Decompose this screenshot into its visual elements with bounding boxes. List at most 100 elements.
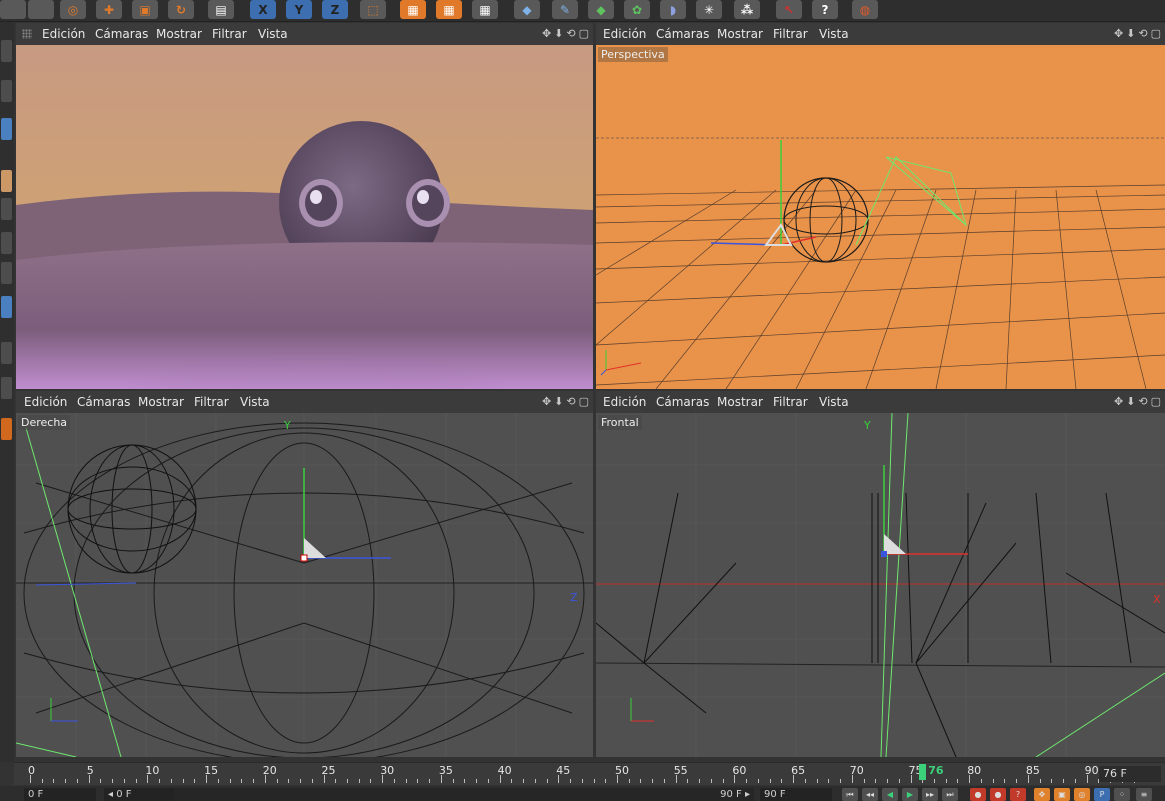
- keyframe-selection-icon[interactable]: ?: [1010, 788, 1026, 801]
- render-canvas[interactable]: [16, 45, 593, 389]
- go-to-end-icon[interactable]: ⏭: [942, 788, 958, 801]
- viewport-perspective[interactable]: Edición Cámaras Mostrar Filtrar Vista ✥ …: [596, 23, 1165, 389]
- world-coordinate-icon[interactable]: ⬚: [360, 0, 386, 19]
- front-canvas[interactable]: Frontal Y X: [596, 413, 1165, 757]
- array-icon[interactable]: ✿: [624, 0, 650, 19]
- zoom-icon[interactable]: ⬇: [554, 395, 563, 408]
- undo-icon[interactable]: [0, 0, 26, 19]
- timeline-ruler[interactable]: 0 5 10 15 20 25 30 35 40 45 50 55 60 65 70 75 80 85 90 76 …: [14, 762, 1165, 785]
- menu-filtrar[interactable]: Filtrar: [773, 27, 808, 41]
- y-axis-icon[interactable]: Y: [286, 0, 312, 19]
- viewport-right[interactable]: Edición Cámaras Mostrar Filtrar Vista ✥ …: [16, 391, 593, 757]
- select-icon[interactable]: [28, 0, 54, 19]
- autokey-icon[interactable]: ●: [990, 788, 1006, 801]
- orbit-icon[interactable]: ⟲: [1138, 395, 1147, 408]
- pan-icon[interactable]: ✥: [1114, 395, 1123, 408]
- menu-edicion[interactable]: Edición: [603, 395, 646, 409]
- menu-filtrar[interactable]: Filtrar: [194, 395, 229, 409]
- snap-icon[interactable]: [1, 296, 12, 318]
- pan-icon[interactable]: ✥: [542, 27, 551, 40]
- menu-edicion[interactable]: Edición: [603, 27, 646, 41]
- menu-camaras[interactable]: Cámaras: [656, 27, 709, 41]
- zoom-icon[interactable]: ⬇: [554, 27, 563, 40]
- next-key-icon[interactable]: ▸▸: [922, 788, 938, 801]
- pan-icon[interactable]: ✥: [542, 395, 551, 408]
- record-icon[interactable]: ●: [970, 788, 986, 801]
- solo-icon[interactable]: [1, 377, 12, 399]
- viewport-front[interactable]: Edición Cámaras Mostrar Filtrar Vista ✥ …: [596, 391, 1165, 757]
- menu-mostrar[interactable]: Mostrar: [156, 27, 202, 41]
- help-icon[interactable]: ◍: [852, 0, 878, 19]
- camera-icon[interactable]: ↖: [776, 0, 802, 19]
- point-level-icon[interactable]: ⁘: [1114, 788, 1130, 801]
- menu-vista[interactable]: Vista: [240, 395, 270, 409]
- go-to-start-icon[interactable]: ⏮: [842, 788, 858, 801]
- z-axis-icon[interactable]: Z: [322, 0, 348, 19]
- orbit-icon[interactable]: ⟲: [1138, 27, 1147, 40]
- cube-icon[interactable]: ◆: [514, 0, 540, 19]
- light-icon[interactable]: ?: [812, 0, 838, 19]
- right-canvas[interactable]: Derecha Y Z: [16, 413, 593, 757]
- menu-camaras[interactable]: Cámaras: [656, 395, 709, 409]
- x-axis-icon[interactable]: X: [250, 0, 276, 19]
- zoom-icon[interactable]: ⬇: [1126, 27, 1135, 40]
- spline-pen-icon[interactable]: ✎: [552, 0, 578, 19]
- play-forward-icon[interactable]: ▶: [902, 788, 918, 801]
- menu-vista[interactable]: Vista: [258, 27, 288, 41]
- play-backward-icon[interactable]: ◀: [882, 788, 898, 801]
- render-view-icon[interactable]: ▦: [400, 0, 426, 19]
- model-mode-icon[interactable]: [1, 40, 12, 62]
- render-settings-icon[interactable]: ▦: [472, 0, 498, 19]
- maximize-icon[interactable]: ▢: [579, 395, 589, 408]
- menu-vista[interactable]: Vista: [819, 27, 849, 41]
- pan-icon[interactable]: ✥: [1114, 27, 1123, 40]
- zoom-icon[interactable]: ⬇: [1126, 395, 1135, 408]
- render-picture-viewer-icon[interactable]: ▦: [436, 0, 462, 19]
- maximize-icon[interactable]: ▢: [1151, 27, 1161, 40]
- orbit-icon[interactable]: ⟲: [566, 27, 575, 40]
- axis-mode-icon[interactable]: [1, 232, 12, 254]
- range-start-field[interactable]: ◂ 0 F: [104, 788, 174, 801]
- coordinate-system-icon[interactable]: ▤: [208, 0, 234, 19]
- workplane-icon[interactable]: [1, 342, 12, 364]
- playhead[interactable]: [919, 764, 927, 780]
- previous-key-icon[interactable]: ◂◂: [862, 788, 878, 801]
- scene-icon[interactable]: ✳: [696, 0, 722, 19]
- menu-filtrar[interactable]: Filtrar: [212, 27, 247, 41]
- maximize-icon[interactable]: ▢: [579, 27, 589, 40]
- menu-camaras[interactable]: Cámaras: [77, 395, 130, 409]
- texture-mode-icon[interactable]: [1, 80, 12, 102]
- live-select-icon[interactable]: ◎: [60, 0, 86, 19]
- parameter-key-icon[interactable]: P: [1094, 788, 1110, 801]
- current-frame-field[interactable]: 76 F: [1099, 766, 1161, 782]
- scale-icon[interactable]: ▣: [132, 0, 158, 19]
- menu-mostrar[interactable]: Mostrar: [717, 27, 763, 41]
- deformer-icon[interactable]: ◗: [660, 0, 686, 19]
- timeline-menu-icon[interactable]: ≡: [1136, 788, 1152, 801]
- environment-icon[interactable]: ⁂: [734, 0, 760, 19]
- perspective-canvas[interactable]: Perspectiva: [596, 45, 1165, 389]
- rotate-icon[interactable]: ↻: [168, 0, 194, 19]
- points-mode-icon[interactable]: [1, 118, 12, 140]
- viewport-render[interactable]: Edición Cámaras Mostrar Filtrar Vista ✥ …: [16, 23, 593, 389]
- position-key-icon[interactable]: ✥: [1034, 788, 1050, 801]
- menu-filtrar[interactable]: Filtrar: [773, 395, 808, 409]
- orbit-icon[interactable]: ⟲: [566, 395, 575, 408]
- tweak-mode-icon[interactable]: [1, 262, 12, 284]
- rotation-key-icon[interactable]: ◎: [1074, 788, 1090, 801]
- end-frame-field[interactable]: 90 F: [760, 788, 832, 801]
- menu-vista[interactable]: Vista: [819, 395, 849, 409]
- scale-key-icon[interactable]: ▣: [1054, 788, 1070, 801]
- maximize-icon[interactable]: ▢: [1151, 395, 1161, 408]
- polygons-mode-icon[interactable]: [1, 198, 12, 220]
- menu-edicion[interactable]: Edición: [42, 27, 85, 41]
- sculpt-icon[interactable]: [1, 418, 12, 440]
- grip-icon[interactable]: [22, 29, 32, 39]
- start-frame-field[interactable]: 0 F: [24, 788, 96, 801]
- move-icon[interactable]: ✚: [96, 0, 122, 19]
- edges-mode-icon[interactable]: [1, 170, 12, 192]
- nurbs-icon[interactable]: ◆: [588, 0, 614, 19]
- menu-mostrar[interactable]: Mostrar: [717, 395, 763, 409]
- menu-edicion[interactable]: Edición: [24, 395, 67, 409]
- menu-camaras[interactable]: Cámaras: [95, 27, 148, 41]
